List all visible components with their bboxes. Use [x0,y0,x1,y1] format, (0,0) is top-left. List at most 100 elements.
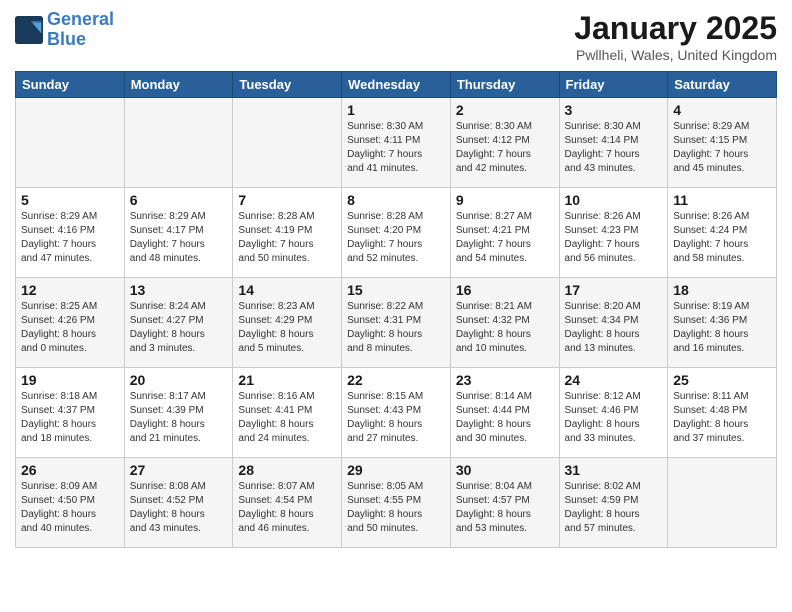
day-info: Sunrise: 8:29 AM Sunset: 4:16 PM Dayligh… [21,210,119,266]
day-number: 25 [673,372,771,388]
day-number: 3 [565,102,663,118]
day-info: Sunrise: 8:15 AM Sunset: 4:43 PM Dayligh… [347,390,445,446]
day-info: Sunrise: 8:25 AM Sunset: 4:26 PM Dayligh… [21,300,119,356]
week-row-0: 1Sunrise: 8:30 AM Sunset: 4:11 PM Daylig… [16,98,777,188]
day-number: 28 [238,462,336,478]
day-info: Sunrise: 8:09 AM Sunset: 4:50 PM Dayligh… [21,480,119,536]
day-cell: 18 Sunrise: 8:19 AM Sunset: 4:36 PM Dayli… [668,278,777,368]
day-info: Sunrise: 8:28 AM Sunset: 4:19 PM Dayligh… [238,210,336,266]
day-number: 8 [347,192,445,208]
week-row-4: 26 Sunrise: 8:09 AM Sunset: 4:50 PM Dayli… [16,458,777,548]
day-cell: 12 Sunrise: 8:25 AM Sunset: 4:26 PM Dayli… [16,278,125,368]
day-info: Sunrise: 8:11 AM Sunset: 4:48 PM Dayligh… [673,390,771,446]
day-cell: 5 Sunrise: 8:29 AM Sunset: 4:16 PM Daylig… [16,188,125,278]
day-cell: 26 Sunrise: 8:09 AM Sunset: 4:50 PM Dayli… [16,458,125,548]
day-number: 31 [565,462,663,478]
day-number: 22 [347,372,445,388]
day-info: Sunrise: 8:29 AM Sunset: 4:15 PM Dayligh… [673,120,771,176]
week-row-2: 12 Sunrise: 8:25 AM Sunset: 4:26 PM Dayli… [16,278,777,368]
day-number: 16 [456,282,554,298]
week-row-1: 5 Sunrise: 8:29 AM Sunset: 4:16 PM Daylig… [16,188,777,278]
day-header-tuesday: Tuesday [233,72,342,98]
day-number: 21 [238,372,336,388]
day-info: Sunrise: 8:14 AM Sunset: 4:44 PM Dayligh… [456,390,554,446]
day-number: 6 [130,192,228,208]
day-cell: 9 Sunrise: 8:27 AM Sunset: 4:21 PM Daylig… [450,188,559,278]
day-number: 20 [130,372,228,388]
logo-icon [15,16,43,44]
day-info: Sunrise: 8:24 AM Sunset: 4:27 PM Dayligh… [130,300,228,356]
day-info: Sunrise: 8:08 AM Sunset: 4:52 PM Dayligh… [130,480,228,536]
day-info: Sunrise: 8:30 AM Sunset: 4:11 PM Dayligh… [347,120,445,176]
day-header-sunday: Sunday [16,72,125,98]
day-info: Sunrise: 8:16 AM Sunset: 4:41 PM Dayligh… [238,390,336,446]
day-info: Sunrise: 8:17 AM Sunset: 4:39 PM Dayligh… [130,390,228,446]
day-cell [668,458,777,548]
day-number: 13 [130,282,228,298]
day-info: Sunrise: 8:26 AM Sunset: 4:23 PM Dayligh… [565,210,663,266]
day-info: Sunrise: 8:02 AM Sunset: 4:59 PM Dayligh… [565,480,663,536]
day-number: 10 [565,192,663,208]
day-cell: 3 Sunrise: 8:30 AM Sunset: 4:14 PM Daylig… [559,98,668,188]
day-header-thursday: Thursday [450,72,559,98]
day-number: 15 [347,282,445,298]
day-cell: 30Sunrise: 8:04 AM Sunset: 4:57 PM Dayli… [450,458,559,548]
day-info: Sunrise: 8:04 AM Sunset: 4:57 PM Dayligh… [456,480,554,536]
day-cell: 14 Sunrise: 8:23 AM Sunset: 4:29 PM Dayli… [233,278,342,368]
day-header-monday: Monday [124,72,233,98]
logo: General Blue [15,10,114,50]
day-cell: 13 Sunrise: 8:24 AM Sunset: 4:27 PM Dayli… [124,278,233,368]
day-cell: 23Sunrise: 8:14 AM Sunset: 4:44 PM Dayli… [450,368,559,458]
day-cell: 21 Sunrise: 8:16 AM Sunset: 4:41 PM Dayli… [233,368,342,458]
day-number: 5 [21,192,119,208]
day-number: 17 [565,282,663,298]
day-header-saturday: Saturday [668,72,777,98]
day-cell: 6Sunrise: 8:29 AM Sunset: 4:17 PM Daylig… [124,188,233,278]
day-info: Sunrise: 8:12 AM Sunset: 4:46 PM Dayligh… [565,390,663,446]
day-info: Sunrise: 8:21 AM Sunset: 4:32 PM Dayligh… [456,300,554,356]
day-info: Sunrise: 8:30 AM Sunset: 4:14 PM Dayligh… [565,120,663,176]
day-cell: 11Sunrise: 8:26 AM Sunset: 4:24 PM Dayli… [668,188,777,278]
day-cell: 22 Sunrise: 8:15 AM Sunset: 4:43 PM Dayli… [342,368,451,458]
day-number: 2 [456,102,554,118]
day-number: 19 [21,372,119,388]
week-row-3: 19 Sunrise: 8:18 AM Sunset: 4:37 PM Dayli… [16,368,777,458]
logo-text: General Blue [47,10,114,50]
day-info: Sunrise: 8:27 AM Sunset: 4:21 PM Dayligh… [456,210,554,266]
day-number: 9 [456,192,554,208]
day-cell: 2 Sunrise: 8:30 AM Sunset: 4:12 PM Daylig… [450,98,559,188]
day-cell [124,98,233,188]
day-header-friday: Friday [559,72,668,98]
day-number: 29 [347,462,445,478]
day-info: Sunrise: 8:30 AM Sunset: 4:12 PM Dayligh… [456,120,554,176]
day-cell: 19 Sunrise: 8:18 AM Sunset: 4:37 PM Dayli… [16,368,125,458]
day-number: 18 [673,282,771,298]
page-container: General Blue January 2025 Pwllheli, Wale… [0,0,792,558]
month-title: January 2025 [574,10,777,47]
day-number: 12 [21,282,119,298]
day-cell: 29Sunrise: 8:05 AM Sunset: 4:55 PM Dayli… [342,458,451,548]
day-number: 14 [238,282,336,298]
day-cell: 15Sunrise: 8:22 AM Sunset: 4:31 PM Dayli… [342,278,451,368]
day-info: Sunrise: 8:28 AM Sunset: 4:20 PM Dayligh… [347,210,445,266]
day-cell: 28Sunrise: 8:07 AM Sunset: 4:54 PM Dayli… [233,458,342,548]
day-header-wednesday: Wednesday [342,72,451,98]
day-info: Sunrise: 8:18 AM Sunset: 4:37 PM Dayligh… [21,390,119,446]
day-cell: 10 Sunrise: 8:26 AM Sunset: 4:23 PM Dayli… [559,188,668,278]
day-cell: 8 Sunrise: 8:28 AM Sunset: 4:20 PM Daylig… [342,188,451,278]
day-info: Sunrise: 8:23 AM Sunset: 4:29 PM Dayligh… [238,300,336,356]
day-number: 11 [673,192,771,208]
day-cell: 16 Sunrise: 8:21 AM Sunset: 4:32 PM Dayli… [450,278,559,368]
day-cell: 25 Sunrise: 8:11 AM Sunset: 4:48 PM Dayli… [668,368,777,458]
day-number: 26 [21,462,119,478]
day-cell: 17Sunrise: 8:20 AM Sunset: 4:34 PM Dayli… [559,278,668,368]
day-cell: 31 Sunrise: 8:02 AM Sunset: 4:59 PM Dayli… [559,458,668,548]
day-cell: 24Sunrise: 8:12 AM Sunset: 4:46 PM Dayli… [559,368,668,458]
title-section: January 2025 Pwllheli, Wales, United Kin… [574,10,777,63]
header-row: SundayMondayTuesdayWednesdayThursdayFrid… [16,72,777,98]
day-cell: 1Sunrise: 8:30 AM Sunset: 4:11 PM Daylig… [342,98,451,188]
day-info: Sunrise: 8:19 AM Sunset: 4:36 PM Dayligh… [673,300,771,356]
day-cell: 20 Sunrise: 8:17 AM Sunset: 4:39 PM Dayli… [124,368,233,458]
day-cell: 27Sunrise: 8:08 AM Sunset: 4:52 PM Dayli… [124,458,233,548]
header: General Blue January 2025 Pwllheli, Wale… [15,10,777,63]
